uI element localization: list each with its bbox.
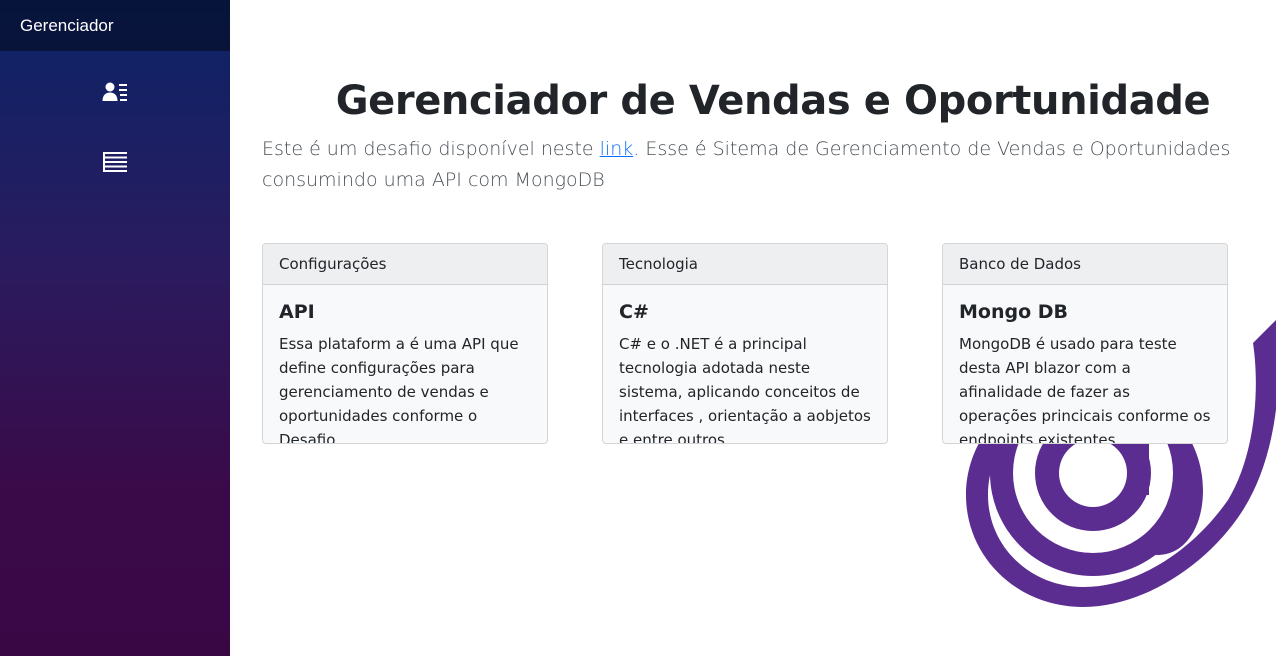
card-text: C# e o .NET é a principal tecnologia ado… xyxy=(619,335,871,444)
card-tecnologia: Tecnologia C# C# e o .NET é a principal … xyxy=(602,243,888,444)
card-header: Configurações xyxy=(263,244,547,285)
card-body: C# C# e o .NET é a principal tecnologia … xyxy=(603,285,887,444)
card-title: API xyxy=(279,301,315,323)
intro-text: Este é um desafio disponível neste link.… xyxy=(262,134,1272,196)
brand-bar: Gerenciador xyxy=(0,0,230,51)
page-title: Gerenciador de Vendas e Oportunidade xyxy=(335,78,1211,124)
challenge-link[interactable]: link xyxy=(600,138,634,160)
sidebar: Gerenciador xyxy=(0,0,230,656)
card-body: API Essa plataform a é uma API que defin… xyxy=(263,285,547,444)
card-header: Tecnologia xyxy=(603,244,887,285)
card-configuracoes: Configurações API Essa plataform a é uma… xyxy=(262,243,548,444)
nav-item-clients[interactable] xyxy=(0,64,230,120)
card-header: Banco de Dados xyxy=(943,244,1227,285)
card-text: Essa plataform a é uma API que define co… xyxy=(279,335,519,444)
card-body: Mongo DB MongoDB é usado para teste dest… xyxy=(943,285,1227,444)
brand-link[interactable]: Gerenciador xyxy=(20,16,114,36)
person-lines-icon xyxy=(102,81,128,103)
card-text: MongoDB é usado para teste desta API bla… xyxy=(959,335,1211,444)
card-title: Mongo DB xyxy=(959,301,1069,323)
nav-item-opportunities[interactable] xyxy=(0,135,230,191)
list-text-icon xyxy=(102,151,128,175)
card-banco-de-dados: Banco de Dados Mongo DB MongoDB é usado … xyxy=(942,243,1228,444)
intro-text-before: Este é um desafio disponível neste xyxy=(262,138,600,160)
main-content: Gerenciador de Vendas e Oportunidade Est… xyxy=(230,0,1276,656)
card-title: C# xyxy=(619,301,649,323)
